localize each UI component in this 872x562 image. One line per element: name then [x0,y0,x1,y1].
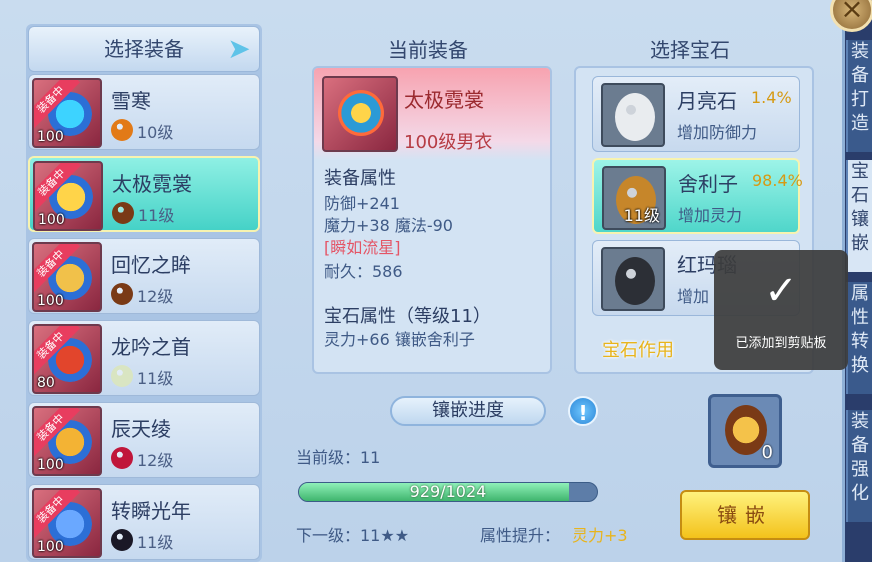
equipment-level: 100 [37,457,64,473]
equipment-icon: 装备中 100 [32,78,102,148]
help-icon[interactable]: ! [568,396,598,426]
equipment-name: 辰天绫 [111,417,171,441]
gem-level: 11级 [623,206,660,225]
equip-special-skill: [瞬如流星] [324,238,401,257]
equipment-level: 80 [37,375,55,391]
equipment-item[interactable]: 装备中 100 雪寒 10级 [28,74,260,150]
clipboard-toast: ✓ 已添加到剪贴板 [714,250,848,370]
gem-rate: 98.4% [752,171,803,190]
toast-message: 已添加到剪贴板 [735,336,827,351]
equipment-level: 100 [37,129,64,145]
gem-name: 舍利子 [678,172,738,196]
inlay-progress-bar: 929/1024 [298,482,598,502]
current-equipment-title: 当前装备 [388,38,468,62]
equip-durability: 耐久：586 [324,262,403,281]
progress-text: 929/1024 [409,482,487,501]
gem-level: 11级 [137,533,174,552]
gem-level: 11级 [138,206,175,225]
next-level: 下一级：11★★ [296,526,410,545]
equipment-level: 100 [38,212,65,228]
current-level: 当前级：11 [296,448,381,467]
arrow-right-icon[interactable]: ➤ [225,35,253,63]
equipment-item[interactable]: 装备中 80 龙吟之首 11级 [28,320,260,396]
gem-icon [601,247,665,311]
gem-attr-header: 宝石属性（等级11） [324,306,491,327]
equipment-name: 转瞬光年 [111,499,191,523]
gem-name: 月亮石 [677,89,737,113]
gem-effect: 增加灵力 [678,206,743,225]
gem-level: 12级 [137,451,174,470]
equip-attr-header: 装备属性 [324,168,396,189]
tab-attr-convert[interactable]: 属性转换 [846,282,872,394]
current-equipment-icon [322,76,398,152]
select-gem-title: 选择宝石 [650,38,730,62]
equipment-item[interactable]: 装备中 100 太极霓裳 11级 [28,156,260,232]
current-equipment-name: 太极霓裳 [404,88,484,112]
gem-icon [111,283,133,305]
current-equipment-header: 太极霓裳 100级男衣 [314,68,550,160]
gem-level: 11级 [137,369,174,388]
gem-stone [615,93,655,141]
equip-attr-line: 防御+241 [324,194,400,213]
gem-icon [111,529,133,551]
gem-icon [601,83,665,147]
current-equipment-panel: 太极霓裳 100级男衣 装备属性 防御+241 魔力+38 魔法-90 [瞬如流… [312,66,552,374]
gem-icon [111,365,133,387]
check-icon: ✓ [764,268,798,314]
gem-icon [111,447,133,469]
gem-stone [615,257,655,305]
equipment-icon: 装备中 100 [32,488,102,558]
equipment-level: 100 [37,293,64,309]
gem-rate: 1.4% [751,88,792,107]
equipment-icon: 装备中 100 [33,161,103,231]
attr-gain-label: 属性提升： [480,526,561,545]
gem-icon: 11级 [602,166,666,230]
gem-effect: 增加防御力 [677,123,758,142]
gem-icon [111,119,133,141]
equipment-icon: 装备中 100 [32,242,102,312]
target-gem-slot[interactable]: 0 [708,394,782,468]
inlay-button[interactable]: 镶嵌 [680,490,810,540]
equipment-name: 回忆之眸 [111,253,191,277]
gem-icon [112,202,134,224]
attr-gain-value: 灵力+3 [572,526,628,545]
gem-attr-line: 灵力+66 镶嵌舍利子 [324,330,475,349]
equipment-item[interactable]: 装备中 100 回忆之眸 12级 [28,238,260,314]
equipment-name: 龙吟之首 [111,335,191,359]
equipment-item[interactable]: 装备中 100 转瞬光年 11级 [28,484,260,560]
gem-count: 0 [761,442,773,463]
equipment-level: 100 [37,539,64,555]
tab-forge[interactable]: 装备打造 [846,40,872,152]
tab-gem-inlay[interactable]: 宝石镶嵌 [846,160,872,272]
equipment-icon: 装备中 80 [32,324,102,394]
gem-level: 10级 [137,123,174,142]
inlay-progress-title: 镶嵌进度 [390,396,546,426]
equipment-name: 雪寒 [111,89,151,113]
equipment-list-title: 选择装备 [104,37,184,61]
equipment-name: 太极霓裳 [112,172,192,196]
equipment-list-header: 选择装备 ➤ [28,26,260,72]
equipment-item[interactable]: 装备中 100 辰天绫 12级 [28,402,260,478]
gem-item[interactable]: 月亮石 1.4% 增加防御力 [592,76,800,152]
equip-attr-line: 魔力+38 魔法-90 [324,216,453,235]
gem-function-label[interactable]: 宝石作用 [602,336,674,362]
tab-enhance[interactable]: 装备强化 [846,410,872,522]
current-equipment-type: 100级男衣 [404,132,493,153]
gem-effect: 增加 [677,287,710,306]
equipment-icon: 装备中 100 [32,406,102,476]
gem-level: 12级 [137,287,174,306]
gem-item[interactable]: 11级 舍利子 98.4% 增加灵力 [592,158,803,234]
